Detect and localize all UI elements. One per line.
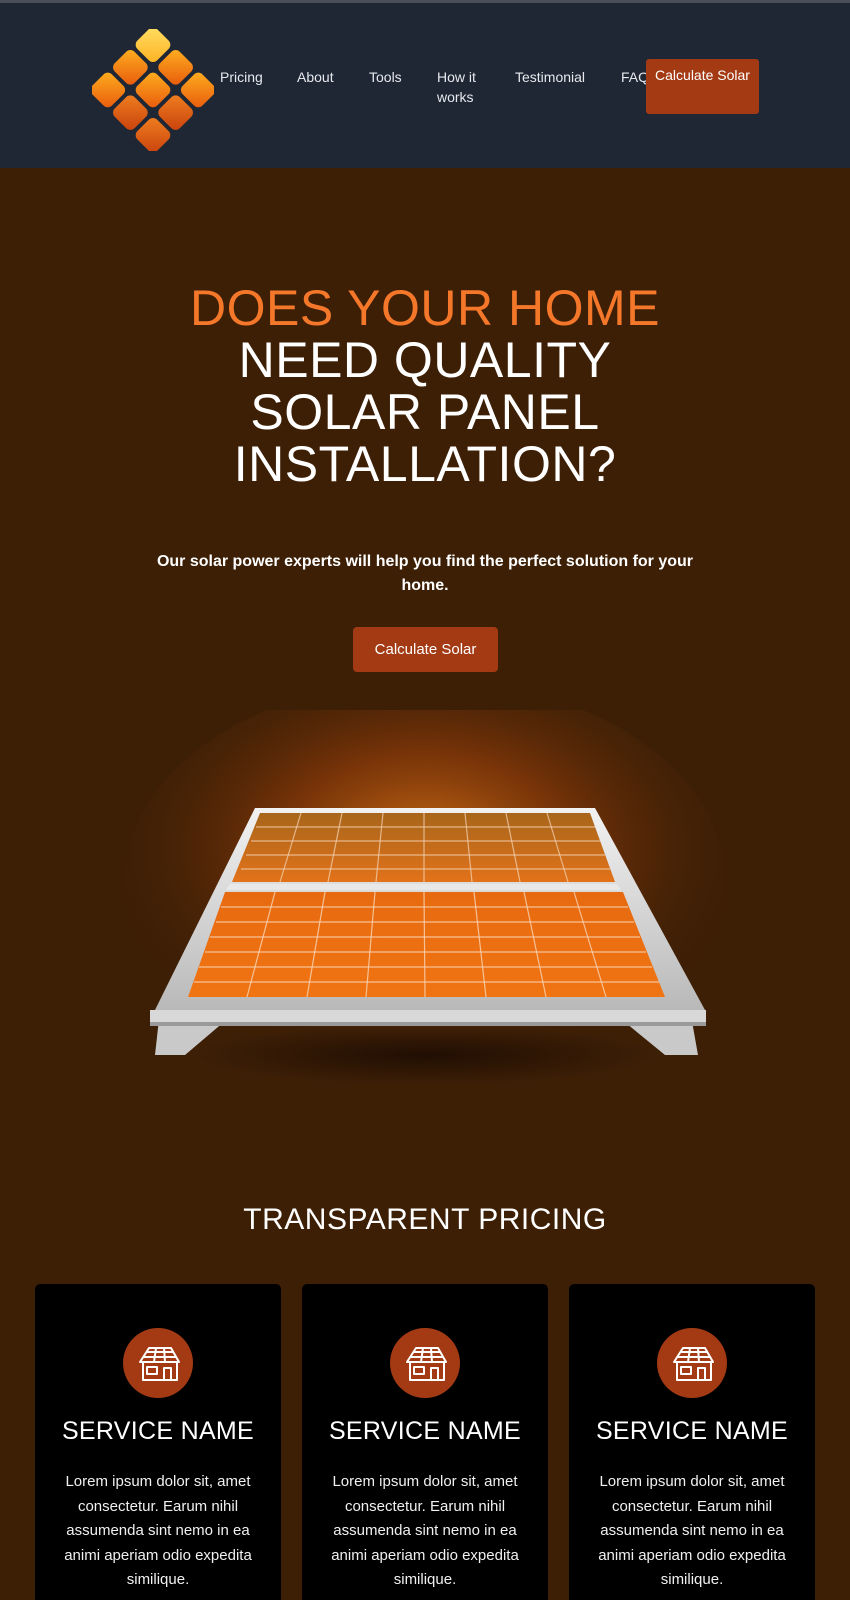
service-name: SERVICE NAME (61, 1417, 255, 1445)
service-name: SERVICE NAME (595, 1417, 789, 1445)
solar-panel-illustration (125, 710, 725, 1085)
nav-faq[interactable]: FAQ (621, 67, 649, 87)
hero-title-rest: NEED QUALITY SOLAR PANEL INSTALLATION? (233, 332, 617, 492)
house-solar-icon (123, 1328, 193, 1398)
calculate-solar-nav-button[interactable]: Calculate Solar (646, 59, 759, 114)
logo-icon[interactable] (92, 29, 214, 151)
nav-about[interactable]: About (297, 67, 334, 87)
hero-title-accent: DOES YOUR HOME (189, 280, 661, 336)
service-name: SERVICE NAME (328, 1417, 522, 1445)
pricing-card: SERVICE NAME Lorem ipsum dolor sit, amet… (302, 1284, 548, 1600)
service-description: Lorem ipsum dolor sit, amet consectetur.… (331, 1473, 519, 1588)
hero-subtitle: Our solar power experts will help you fi… (156, 553, 694, 594)
pricing-section-title: TRANSPARENT PRICING (243, 1203, 607, 1236)
pricing-card: SERVICE NAME Lorem ipsum dolor sit, amet… (569, 1284, 815, 1600)
nav-testimonial[interactable]: Testimonial (515, 67, 585, 87)
house-solar-icon (390, 1328, 460, 1398)
nav-pricing[interactable]: Pricing (220, 67, 263, 87)
nav-how-it-works[interactable]: How it works (437, 67, 483, 107)
pricing-card: SERVICE NAME Lorem ipsum dolor sit, amet… (35, 1284, 281, 1600)
site-header: Pricing About Tools How it works Testimo… (0, 3, 850, 168)
hero-title: DOES YOUR HOME NEED QUALITY SOLAR PANEL … (0, 282, 850, 490)
house-solar-icon (657, 1328, 727, 1398)
service-description: Lorem ipsum dolor sit, amet consectetur.… (598, 1473, 786, 1588)
nav-tools[interactable]: Tools (369, 67, 402, 87)
calculate-solar-hero-button[interactable]: Calculate Solar (353, 627, 498, 672)
service-description: Lorem ipsum dolor sit, amet consectetur.… (64, 1473, 252, 1588)
